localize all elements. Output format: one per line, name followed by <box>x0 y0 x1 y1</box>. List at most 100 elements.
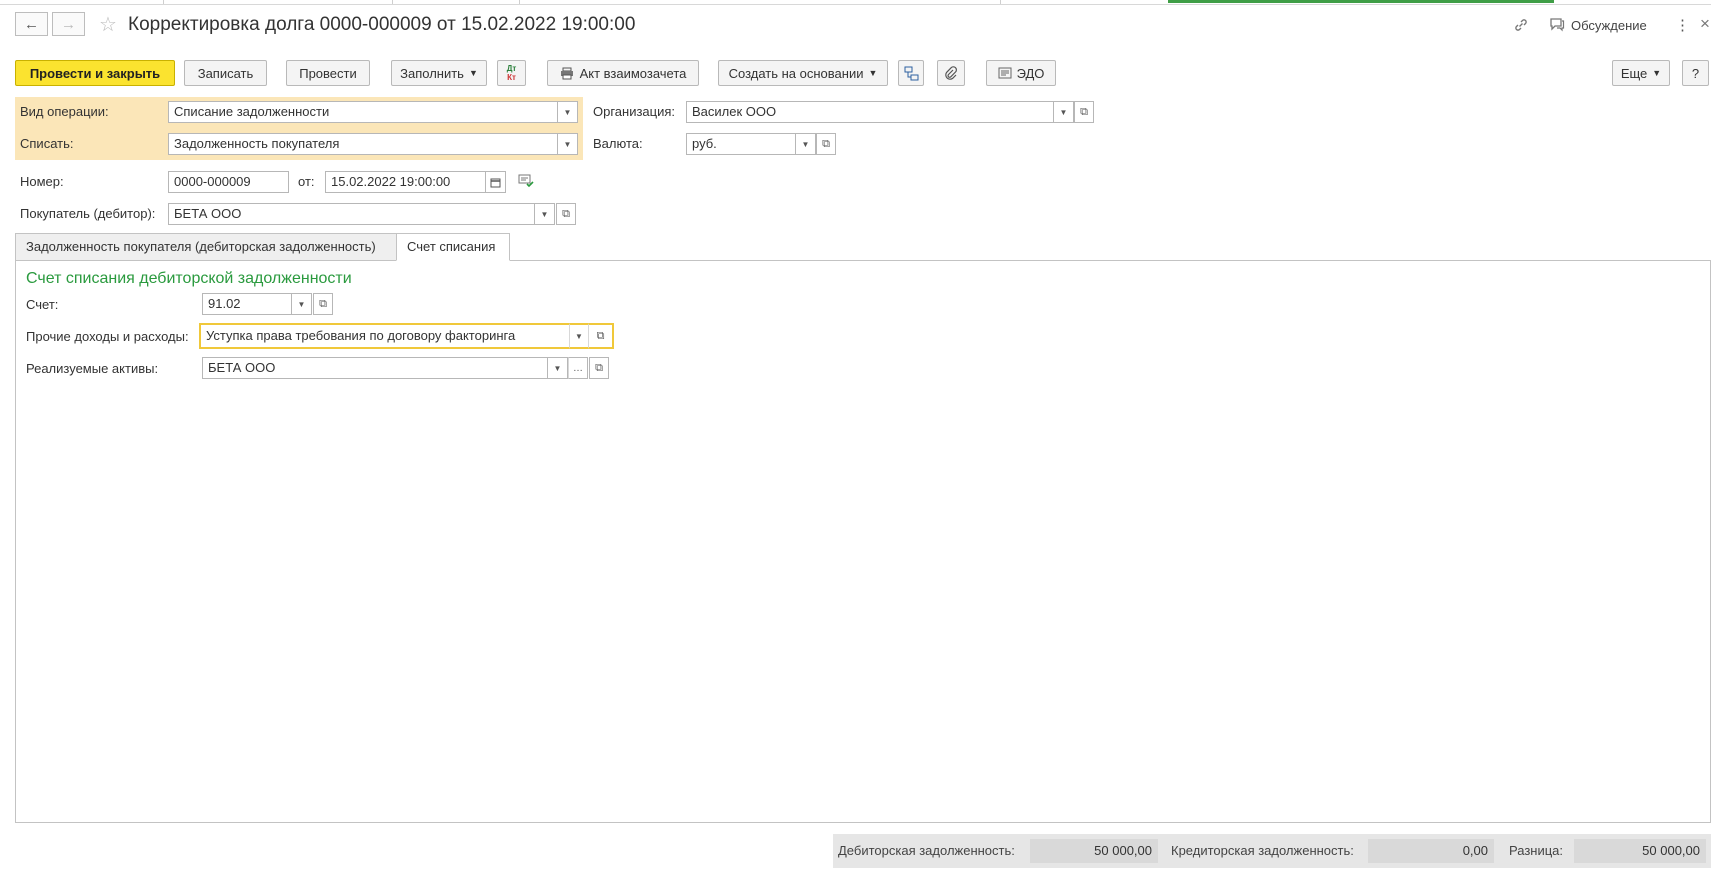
calendar-icon <box>490 178 501 187</box>
open-icon: ⧉ <box>562 207 570 220</box>
assets-dropdown[interactable]: ▼ <box>548 357 568 379</box>
link-icon[interactable] <box>1513 17 1529 36</box>
fill-button-label: Заполнить <box>400 65 464 81</box>
diff-value: 50 000,00 <box>1574 839 1706 863</box>
operation-label: Вид операции: <box>20 104 109 119</box>
account-dropdown[interactable]: ▼ <box>292 293 312 315</box>
diff-label: Разница: <box>1509 843 1564 858</box>
buyer-open-button[interactable]: ⧉ <box>556 203 576 225</box>
chevron-down-icon: ▼ <box>801 139 810 149</box>
writeoff-dropdown[interactable]: ▼ <box>558 133 578 155</box>
fill-button[interactable]: Заполнить ▼ <box>391 60 487 86</box>
number-input[interactable]: 0000-000009 <box>168 171 289 193</box>
currency-dropdown[interactable]: ▼ <box>796 133 816 155</box>
forward-arrow-icon: → <box>61 15 76 33</box>
more-vert-icon[interactable]: ⋮ <box>1675 16 1690 34</box>
chevron-down-icon: ▼ <box>575 331 583 341</box>
assets-select-button[interactable]: … <box>568 357 588 379</box>
page-title: Корректировка долга 0000-000009 от 15.02… <box>128 14 636 35</box>
account-open-button[interactable]: ⧉ <box>313 293 333 315</box>
ellipsis-icon: … <box>573 362 583 374</box>
open-icon: ⧉ <box>822 137 830 150</box>
dt-kt-icon-bottom: Кт <box>507 73 516 82</box>
edo-icon <box>998 67 1012 79</box>
chat-icon[interactable] <box>1549 17 1565 35</box>
tab-receivables[interactable]: Задолженность покупателя (дебиторская за… <box>15 233 397 261</box>
structure-icon <box>904 66 918 80</box>
caret-down-icon: ▼ <box>1652 68 1662 78</box>
back-arrow-icon: ← <box>24 15 39 33</box>
dt-kt-icon-top: Дт <box>506 64 517 73</box>
chevron-down-icon: ▼ <box>563 107 572 117</box>
attach-button[interactable] <box>937 60 965 86</box>
tab-writeoff-account[interactable]: Счет списания <box>396 233 510 261</box>
number-label: Номер: <box>20 174 64 189</box>
calendar-button[interactable] <box>486 171 506 193</box>
chevron-down-icon: ▼ <box>297 299 306 309</box>
currency-open-button[interactable]: ⧉ <box>816 133 836 155</box>
structure-button[interactable] <box>898 60 924 86</box>
edo-label: ЭДО <box>1016 65 1045 81</box>
edo-button[interactable]: ЭДО <box>986 60 1056 86</box>
caret-down-icon: ▼ <box>468 68 478 78</box>
create-based-label: Создать на основании <box>728 65 864 81</box>
assets-label: Реализуемые активы: <box>26 361 159 376</box>
chevron-down-icon: ▼ <box>1059 107 1068 117</box>
buyer-label: Покупатель (дебитор): <box>20 206 156 221</box>
open-icon: ⧉ <box>595 361 603 374</box>
writeoff-label: Списать: <box>20 136 74 151</box>
dt-kt-button[interactable]: Дт Кт <box>497 60 526 86</box>
writeoff-input[interactable]: Задолженность покупателя <box>168 133 558 155</box>
date-label: от: <box>298 174 315 189</box>
chevron-down-icon: ▼ <box>540 209 549 219</box>
other-income-input[interactable]: Уступка права требования по договору фак… <box>199 323 569 349</box>
operation-input[interactable]: Списание задолженности <box>168 101 558 123</box>
open-icon: ⧉ <box>319 297 327 310</box>
open-icon: ⧉ <box>1080 105 1088 118</box>
post-button[interactable]: Провести <box>286 60 370 86</box>
operation-dropdown[interactable]: ▼ <box>558 101 578 123</box>
account-label: Счет: <box>26 297 59 312</box>
create-based-button[interactable]: Создать на основании ▼ <box>718 60 888 86</box>
totals-bar: Дебиторская задолженность: 50 000,00 Кре… <box>833 834 1711 868</box>
chevron-down-icon: ▼ <box>563 139 572 149</box>
debit-label: Дебиторская задолженность: <box>838 843 1015 858</box>
top-window-strip <box>0 0 1711 5</box>
discussion-link[interactable]: Обсуждение <box>1571 18 1647 33</box>
other-income-dropdown[interactable]: ▼ <box>569 323 589 349</box>
account-input[interactable]: 91.02 <box>202 293 292 315</box>
assets-open-button[interactable]: ⧉ <box>589 357 609 379</box>
buyer-dropdown[interactable]: ▼ <box>535 203 555 225</box>
save-button[interactable]: Записать <box>184 60 267 86</box>
section-title: Счет списания дебиторской задолженности <box>26 270 352 287</box>
chevron-down-icon: ▼ <box>553 363 562 373</box>
forward-button[interactable]: → <box>52 12 85 36</box>
org-label: Организация: <box>593 104 676 119</box>
star-icon[interactable]: ☆ <box>99 12 117 37</box>
open-icon: ⧉ <box>596 329 605 342</box>
credit-label: Кредиторская задолженность: <box>1171 843 1354 858</box>
more-button[interactable]: Еще ▼ <box>1612 60 1670 86</box>
org-input[interactable]: Василек ООО <box>686 101 1054 123</box>
other-income-label: Прочие доходы и расходы: <box>26 329 189 344</box>
printer-icon <box>560 67 573 79</box>
buyer-input[interactable]: БЕТА ООО <box>168 203 535 225</box>
other-income-open-button[interactable]: ⧉ <box>589 323 614 349</box>
act-button-label: Акт взаимозачета <box>579 65 687 81</box>
credit-value: 0,00 <box>1368 839 1494 863</box>
assets-input[interactable]: БЕТА ООО <box>202 357 548 379</box>
paperclip-icon <box>945 65 957 80</box>
caret-down-icon: ▼ <box>868 68 878 78</box>
date-input[interactable]: 15.02.2022 19:00:00 <box>325 171 486 193</box>
org-dropdown[interactable]: ▼ <box>1054 101 1074 123</box>
debit-value: 50 000,00 <box>1030 839 1158 863</box>
currency-input[interactable]: руб. <box>686 133 796 155</box>
more-label: Еще <box>1620 65 1648 81</box>
number-history-icon[interactable] <box>518 174 534 191</box>
close-icon[interactable]: × <box>1700 14 1710 34</box>
org-open-button[interactable]: ⧉ <box>1074 101 1094 123</box>
act-button[interactable]: Акт взаимозачета <box>547 60 699 86</box>
post-and-close-button[interactable]: Провести и закрыть <box>15 60 175 86</box>
back-button[interactable]: ← <box>15 12 48 36</box>
help-button[interactable]: ? <box>1682 60 1709 86</box>
